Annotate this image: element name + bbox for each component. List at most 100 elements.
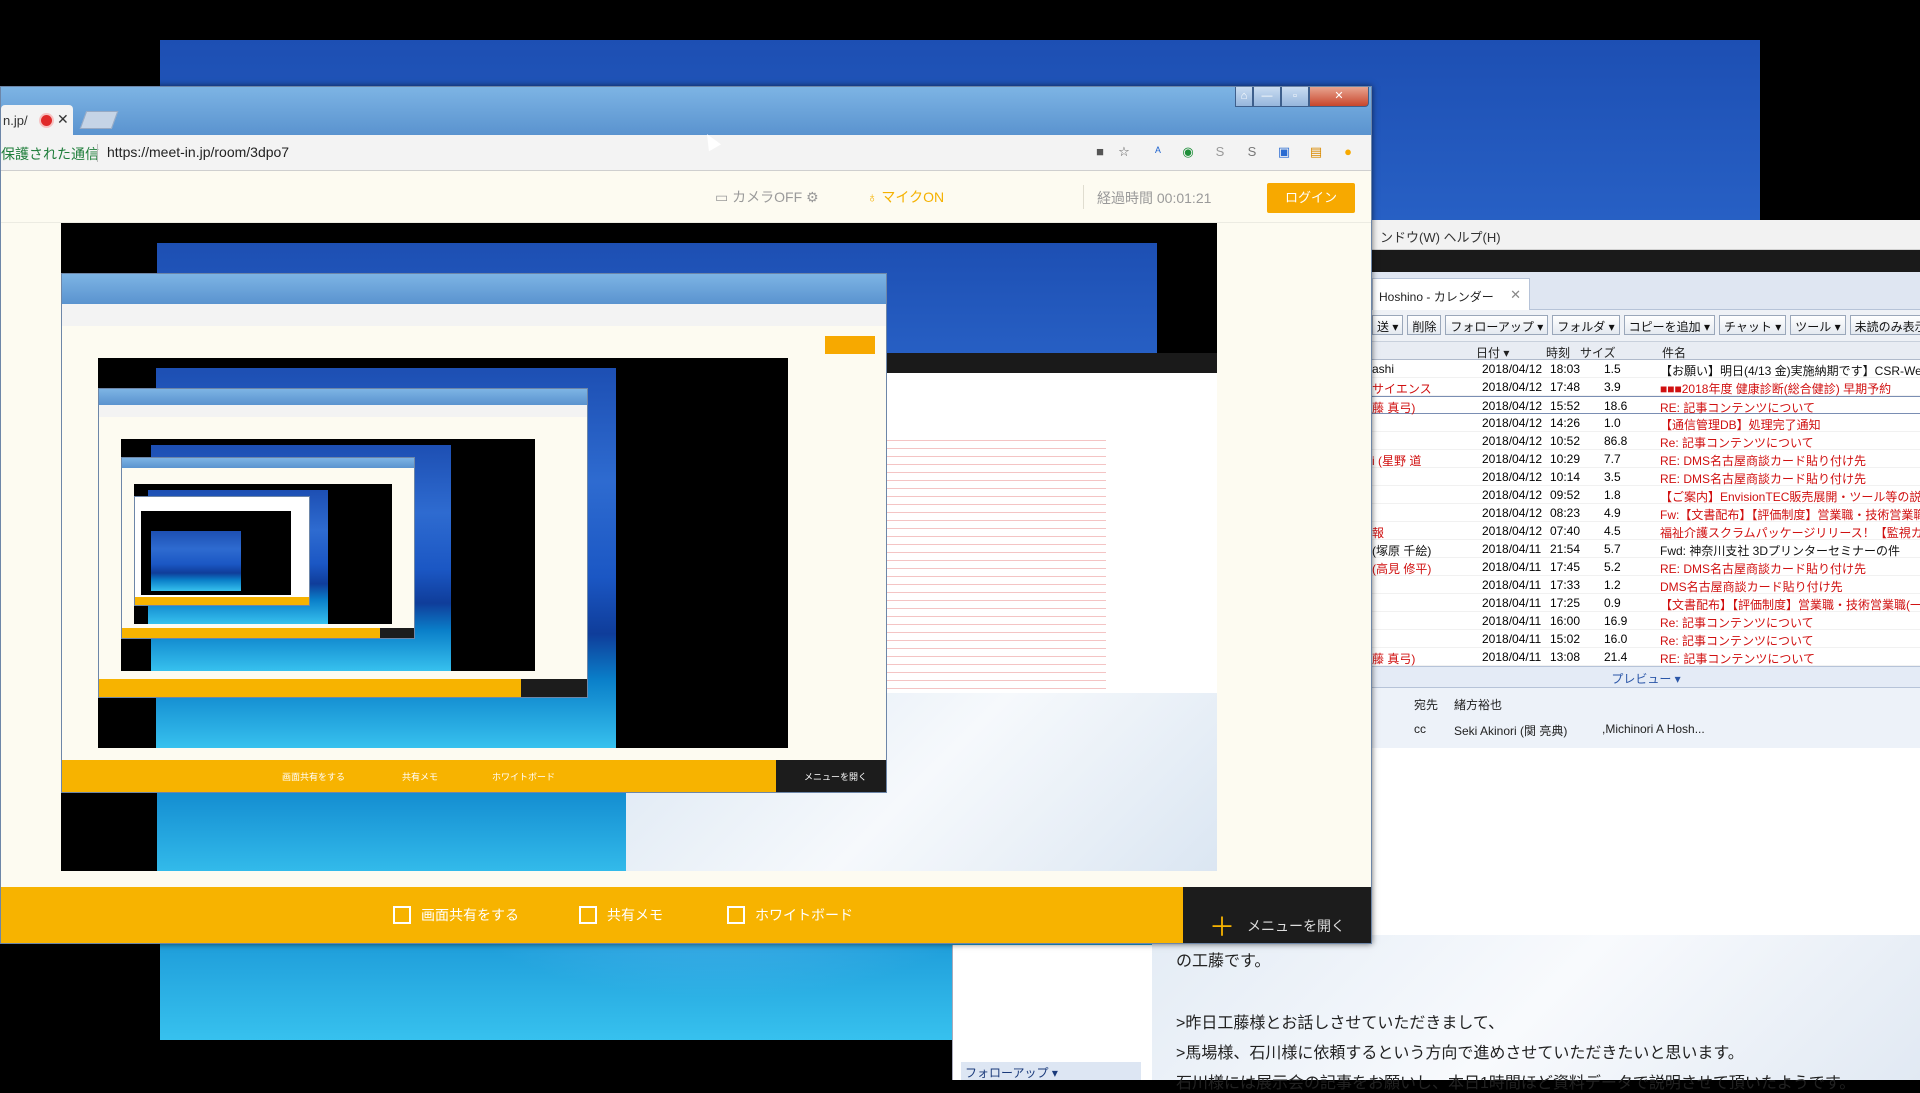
column-size[interactable]: サイズ (1580, 344, 1616, 361)
followup-label[interactable]: フォローアップ ▾ (961, 1062, 1141, 1080)
mail-date: 2018/04/12 (1482, 399, 1543, 413)
mail-from: i (星野 道 (1372, 454, 1422, 468)
mail-tab-label: Hoshino - カレンダー (1379, 290, 1494, 304)
mail-subject: 【通信管理DB】処理完了通知 (1660, 418, 1821, 432)
browser-window: n.jp/ ✕ ⌂ — ▫ ✕ 保護された通信 https://meet-in.… (0, 86, 1372, 944)
table-row[interactable]: (塚原 千絵) 2018/04/11 21:54 5.7 Fwd: 神奈川支社 3Dプリ… (1372, 540, 1920, 558)
whiteboard-icon (727, 906, 745, 924)
column-subject[interactable]: 件名 (1662, 344, 1686, 361)
mail-menubar[interactable]: ンドウ(W) ヘルプ(H) (1372, 220, 1920, 250)
microphone-icon: ♁ (867, 189, 878, 205)
table-row[interactable]: 2018/04/12 10:14 3.5 RE: DMS名古屋商談カード貼り付け先 (1372, 468, 1920, 486)
camera-label: カメラOFF (732, 189, 803, 205)
cc-value-2: ,Michinori A Hosh... (1602, 722, 1705, 736)
mail-subject: Re: 記事コンテンツについて (1660, 436, 1814, 450)
mail-time: 17:25 (1550, 596, 1581, 610)
s-extension-2-icon[interactable]: S (1243, 143, 1261, 161)
mail-from: 藤 真弓) (1372, 652, 1416, 666)
mail-toolbar-button[interactable]: フォローアップ ▾ (1445, 315, 1549, 335)
mail-subject: 【文書配布】【評価制度】営業職・技術営業職(一般 (1660, 598, 1920, 612)
mail-date: 2018/04/11 (1482, 560, 1542, 574)
table-row[interactable]: 2018/04/11 15:02 16.0 Re: 記事コンテンツについて (1372, 630, 1920, 648)
minimize-button[interactable]: — (1253, 87, 1281, 107)
mail-body-line: >昨日工藤様とお話しさせていただきまして、 (1176, 1015, 1505, 1032)
mail-column-header: 日付 ▾ 時刻 サイズ 件名 (1372, 342, 1920, 360)
share-screen-icon (393, 906, 411, 924)
table-row[interactable]: サイエンス 2018/04/12 17:48 3.9 ■■■2018年度 健康診断(総合… (1372, 378, 1920, 396)
camera-toggle[interactable]: ▭ カメラOFF ⚙ (715, 187, 819, 207)
mail-body-line: >馬場様、石川様に依頼するという方向で進めさせていただきたいと思います。 (1176, 1045, 1744, 1062)
s-extension-icon[interactable]: S (1211, 143, 1229, 161)
shared-memo-label: 共有メモ (607, 907, 663, 923)
camera-permission-icon[interactable]: ■ (1091, 143, 1109, 161)
mail-date: 2018/04/12 (1482, 452, 1543, 466)
maximize-button[interactable]: ▫ (1281, 87, 1309, 107)
mail-date: 2018/04/12 (1482, 434, 1543, 448)
mail-subject: RE: DMS名古屋商談カード貼り付け先 (1660, 454, 1867, 468)
mail-subject: Re: 記事コンテンツについて (1660, 616, 1814, 630)
mail-toolbar-button[interactable]: フォルダ ▾ (1552, 315, 1620, 335)
shared-memo-button[interactable]: 共有メモ (579, 905, 663, 925)
mail-toolbar-button[interactable]: 送 ▾ (1372, 315, 1404, 335)
mail-toolbar-button[interactable]: コピーを追加 ▾ (1623, 315, 1715, 335)
mail-time: 16:00 (1550, 614, 1581, 628)
new-extension-icon[interactable]: ◉ (1179, 143, 1197, 161)
table-row[interactable]: 2018/04/11 16:00 16.9 Re: 記事コンテンツについて (1372, 612, 1920, 630)
column-time[interactable]: 時刻 (1546, 344, 1570, 361)
gear-icon[interactable]: ⚙ (806, 189, 819, 205)
bookmark-star-icon[interactable]: ☆ (1115, 143, 1133, 161)
login-button[interactable]: ログイン (1267, 183, 1355, 213)
browser-tab-active[interactable]: n.jp/ ✕ (1, 105, 73, 135)
share-screen-button[interactable]: 画面共有をする (393, 905, 519, 925)
whiteboard-button[interactable]: ホワイトボード (727, 905, 853, 925)
whiteboard-label: ホワイトボード (755, 907, 853, 923)
table-row[interactable]: 藤 真弓) 2018/04/11 13:08 21.4 RE: 記事コンテンツについて (1372, 648, 1920, 666)
mail-size: 18.6 (1604, 399, 1628, 413)
table-row[interactable]: i (星野 道 2018/04/12 10:29 7.7 RE: DMS名古屋商談カード… (1372, 450, 1920, 468)
preview-toggle[interactable]: プレビュー ▾ (1372, 666, 1920, 688)
mail-from: (高見 修平) (1372, 562, 1432, 576)
mail-size: 0.9 (1604, 596, 1621, 610)
table-row[interactable]: 2018/04/11 17:33 1.2 DMS名古屋商談カード貼り付け先 (1372, 576, 1920, 594)
close-tab-icon[interactable]: ✕ (57, 111, 69, 128)
mail-toolbar-button[interactable]: チャット ▾ (1718, 315, 1787, 335)
close-window-button[interactable]: ✕ (1309, 87, 1369, 107)
mic-toggle[interactable]: ♁ マイクON (867, 187, 944, 207)
table-row[interactable]: 2018/04/12 10:52 86.8 Re: 記事コンテンツについて (1372, 432, 1920, 450)
url-field[interactable]: https://meet-in.jp/room/3dpo7 (107, 144, 289, 160)
mail-from: (塚原 千絵) (1372, 544, 1432, 558)
table-row[interactable]: ashi 2018/04/12 18:03 1.5 【お願い】明日(4/13 金)実施納… (1372, 360, 1920, 378)
column-date[interactable]: 日付 ▾ (1476, 344, 1509, 361)
table-row[interactable]: 2018/04/11 17:25 0.9 【文書配布】【評価制度】営業職・技術営業職(… (1372, 594, 1920, 612)
folder-extension-icon[interactable]: ▤ (1307, 143, 1325, 161)
mail-date: 2018/04/12 (1482, 488, 1543, 502)
window-extension-icon[interactable]: ▣ (1275, 143, 1293, 161)
table-row[interactable]: 2018/04/12 09:52 1.8 【ご案内】EnvisionTEC販売展開・ツ… (1372, 486, 1920, 504)
translate-extension-icon[interactable]: ᴬ (1149, 143, 1167, 161)
tab-title: n.jp/ (3, 113, 28, 128)
new-tab-button[interactable] (79, 111, 119, 129)
user-icon[interactable]: ⌂ (1235, 87, 1253, 107)
open-menu-button[interactable]: ＋ メニューを開く (1183, 887, 1371, 943)
mail-subject: 【ご案内】EnvisionTEC販売展開・ツール等の説明会 (1660, 490, 1920, 504)
mail-size: 7.7 (1604, 452, 1621, 466)
mail-time: 18:03 (1550, 362, 1581, 376)
table-row[interactable]: 藤 真弓) 2018/04/12 15:52 18.6 RE: 記事コンテンツについて (1372, 396, 1920, 415)
mail-tab-calendar[interactable]: Hoshino - カレンダー ✕ (1372, 278, 1530, 310)
alert-extension-icon[interactable]: ● (1339, 143, 1357, 161)
mail-toolbar-button[interactable]: 未読のみ表示 (1849, 315, 1920, 335)
mail-time: 15:02 (1550, 632, 1581, 646)
table-row[interactable]: 報 2018/04/12 07:40 4.5 福祉介護スクラムパッケージリリース！【監視… (1372, 522, 1920, 540)
table-row[interactable]: 2018/04/12 08:23 4.9 Fw:【文書配布】【評価制度】営業職・技術営… (1372, 504, 1920, 522)
mail-time: 10:29 (1550, 452, 1581, 466)
mail-size: 16.9 (1604, 614, 1628, 628)
mail-toolbar-button[interactable]: ツール ▾ (1790, 315, 1846, 335)
browser-titlebar[interactable]: n.jp/ ✕ ⌂ — ▫ ✕ (1, 87, 1371, 135)
mail-toolbar-button[interactable]: 削除 (1407, 315, 1442, 335)
close-icon[interactable]: ✕ (1510, 287, 1521, 303)
secure-connection-label[interactable]: 保護された通信 (1, 144, 99, 164)
table-row[interactable]: (高見 修平) 2018/04/11 17:45 5.2 RE: DMS名古屋商談カード… (1372, 558, 1920, 576)
mail-subject: Fw:【文書配布】【評価制度】営業職・技術営業職(一 (1660, 508, 1920, 522)
mail-size: 5.2 (1604, 560, 1621, 574)
table-row[interactable]: 2018/04/12 14:26 1.0 【通信管理DB】処理完了通知 (1372, 414, 1920, 432)
